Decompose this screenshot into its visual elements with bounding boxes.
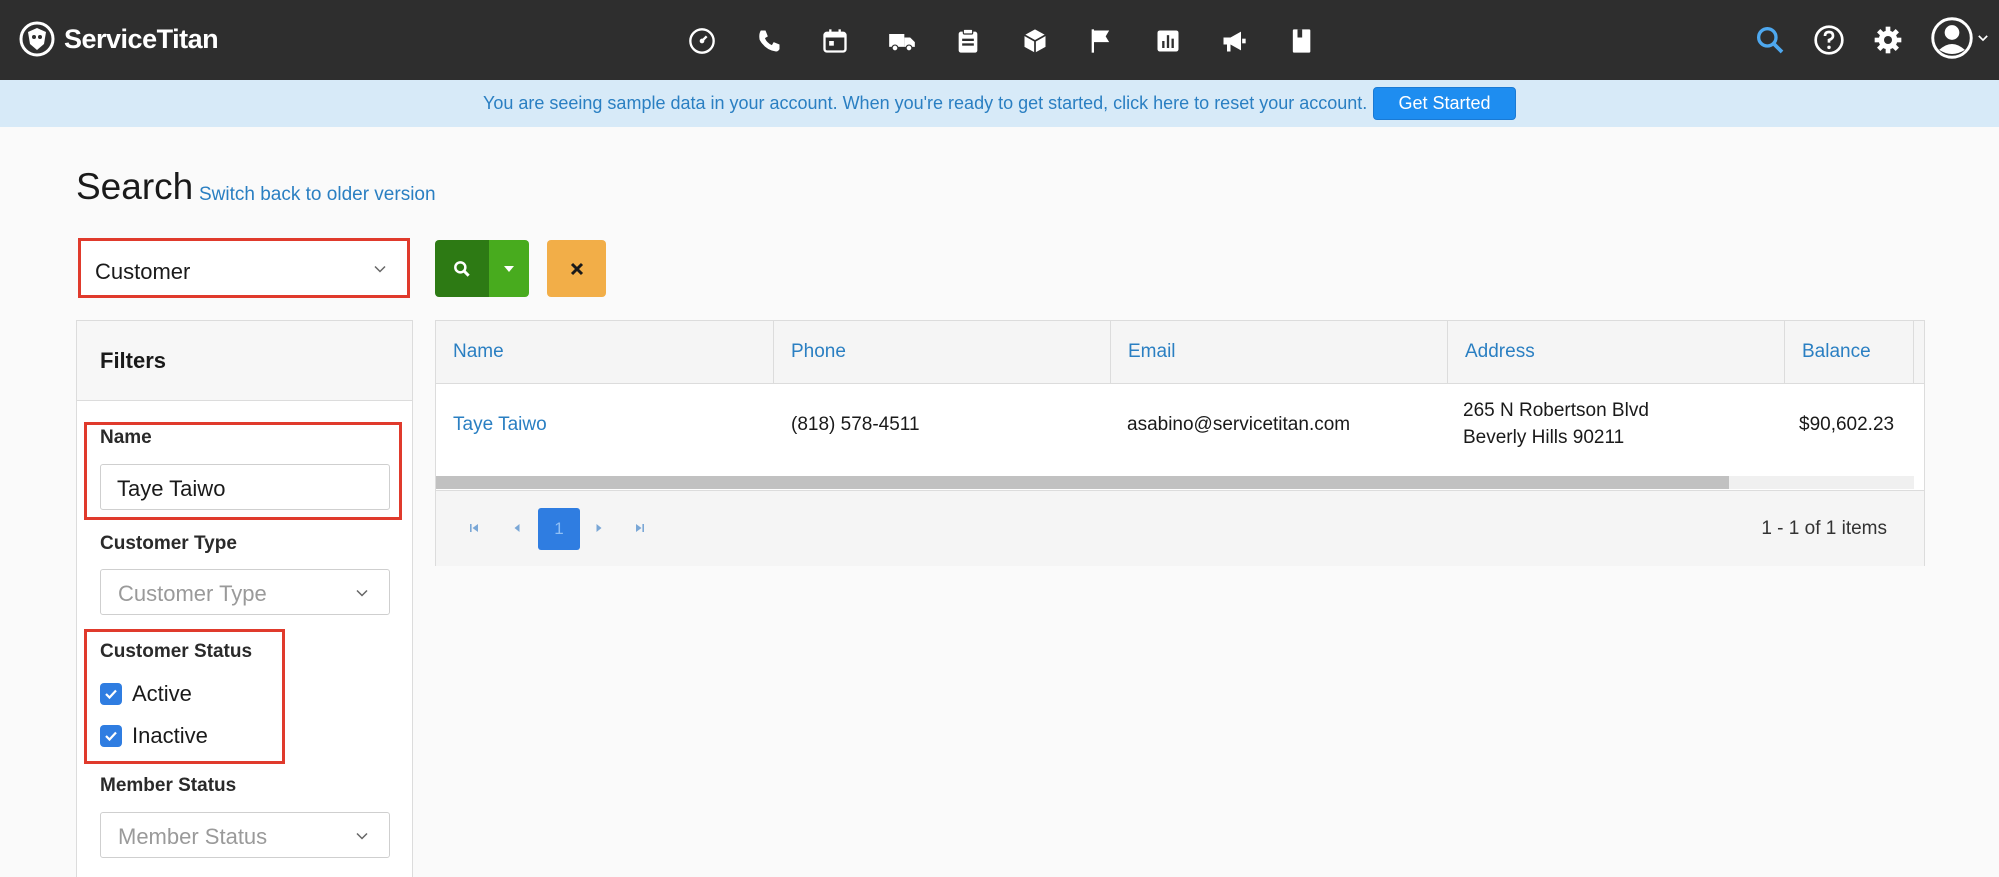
checkmark-icon <box>105 689 117 700</box>
clear-button[interactable] <box>547 240 606 297</box>
brand-name: ServiceTitan <box>64 23 219 54</box>
customer-type-placeholder: Customer Type <box>118 581 267 606</box>
column-header-email[interactable]: Email <box>1111 321 1448 384</box>
name-filter-value: Taye Taiwo <box>117 476 226 501</box>
customer-type-select[interactable]: Customer Type <box>100 569 390 615</box>
current-page-button[interactable]: 1 <box>538 508 580 550</box>
search-options-dropdown[interactable] <box>489 240 529 297</box>
filters-panel: Filters Name Taye Taiwo Customer Type Cu… <box>76 320 413 877</box>
chevron-down-icon <box>356 832 368 840</box>
cell-balance: $90,602.23 <box>1799 414 1895 435</box>
name-filter-label: Name <box>100 427 152 448</box>
column-header-balance[interactable]: Balance <box>1785 321 1914 384</box>
main-nav <box>688 24 1353 58</box>
name-filter-input[interactable]: Taye Taiwo <box>100 464 390 510</box>
pager-info: 1 - 1 of 1 items <box>1761 518 1887 539</box>
next-page-icon[interactable] <box>591 520 607 536</box>
phone-icon[interactable] <box>755 24 822 58</box>
table-row: Taye Taiwo (818) 578-4511 asabino@servic… <box>436 384 1924 470</box>
checkmark-icon <box>105 731 117 742</box>
member-status-label: Member Status <box>100 775 237 796</box>
brand-logo[interactable]: ServiceTitan <box>16 18 219 60</box>
help-icon[interactable] <box>1809 20 1849 60</box>
cell-address-line1: 265 N Robertson Blvd <box>1463 400 1649 421</box>
customer-type-label: Customer Type <box>100 533 237 554</box>
get-started-button[interactable]: Get Started <box>1373 87 1516 120</box>
previous-page-icon[interactable] <box>509 520 525 536</box>
results-grid: Name Phone Email Address Balance Taye Ta… <box>435 320 1925 566</box>
chevron-down-icon <box>1978 35 1988 42</box>
utility-nav <box>1750 20 1927 60</box>
dashboard-icon[interactable] <box>688 24 755 58</box>
inactive-checkbox-label[interactable]: Inactive <box>132 723 208 749</box>
banner-text[interactable]: You are seeing sample data in your accou… <box>483 93 1367 114</box>
filters-title: Filters <box>100 348 167 373</box>
search-icon <box>454 260 470 277</box>
page-title: Search <box>76 166 194 207</box>
inactive-checkbox[interactable] <box>100 725 122 747</box>
member-status-select[interactable]: Member Status <box>100 812 390 858</box>
user-menu[interactable] <box>1930 16 1990 60</box>
column-header-phone[interactable]: Phone <box>774 321 1111 384</box>
active-checkbox[interactable] <box>100 683 122 705</box>
horizontal-scrollbar[interactable] <box>436 476 1914 489</box>
flag-icon[interactable] <box>1087 24 1154 58</box>
calendar-icon[interactable] <box>821 24 888 58</box>
close-icon <box>570 262 583 275</box>
chevron-down-icon <box>356 589 368 597</box>
user-avatar-icon <box>1931 17 1973 59</box>
cell-phone: (818) 578-4511 <box>791 414 920 435</box>
scrollbar-thumb[interactable] <box>436 476 1729 489</box>
settings-icon[interactable] <box>1868 20 1908 60</box>
caret-down-icon <box>504 265 514 272</box>
clipboard-icon[interactable] <box>954 24 1021 58</box>
box-icon[interactable] <box>1021 24 1088 58</box>
megaphone-icon[interactable] <box>1220 24 1287 58</box>
search-type-select[interactable]: Customer <box>78 238 410 298</box>
search-button[interactable] <box>435 240 489 297</box>
active-checkbox-label[interactable]: Active <box>132 681 192 707</box>
member-status-placeholder: Member Status <box>118 824 268 849</box>
titan-logo-icon <box>19 21 55 57</box>
chevron-down-icon <box>374 265 386 273</box>
switch-version-link[interactable]: Switch back to older version <box>199 184 436 206</box>
grid-header: Name Phone Email Address Balance <box>436 321 1924 384</box>
grid-pager: 1 1 - 1 of 1 items <box>436 490 1924 566</box>
column-header-name[interactable]: Name <box>436 321 774 384</box>
customer-name-link[interactable]: Taye Taiwo <box>453 414 547 436</box>
sample-data-banner: You are seeing sample data in your accou… <box>0 80 1999 127</box>
cell-address-line2: Beverly Hills 90211 <box>1463 427 1625 448</box>
first-page-icon[interactable] <box>466 520 482 536</box>
search-type-value: Customer <box>95 259 191 284</box>
truck-icon[interactable] <box>888 24 955 58</box>
top-nav-bar: ServiceTitan <box>0 0 1999 80</box>
filters-header: Filters <box>77 321 412 401</box>
customer-status-label: Customer Status <box>100 641 253 662</box>
reports-icon[interactable] <box>1154 24 1221 58</box>
search-icon[interactable] <box>1750 20 1790 60</box>
column-header-address[interactable]: Address <box>1448 321 1785 384</box>
last-page-icon[interactable] <box>632 520 648 536</box>
book-icon[interactable] <box>1287 24 1354 58</box>
cell-email: asabino@servicetitan.com <box>1127 414 1351 435</box>
